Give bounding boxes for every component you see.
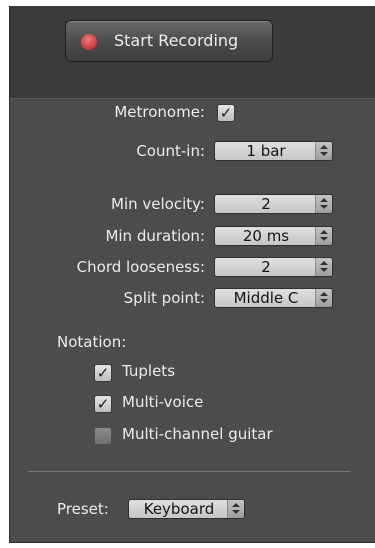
metronome-label: Metronome: — [114, 103, 205, 121]
split-point-select[interactable]: Middle C — [214, 288, 333, 308]
stepper-arrows-icon — [315, 142, 332, 160]
stepper-arrows-icon — [227, 500, 244, 518]
chord-looseness-value: 2 — [261, 258, 271, 276]
chord-looseness-select[interactable]: 2 — [214, 257, 333, 277]
stepper-arrows-icon — [315, 258, 332, 276]
split-point-label: Split point: — [123, 289, 205, 307]
multi-voice-label: Multi-voice — [122, 393, 204, 411]
tuplets-checkbox[interactable]: ✓ — [94, 364, 112, 382]
stepper-arrows-icon — [315, 195, 332, 213]
stepper-arrows-icon — [315, 289, 332, 307]
count-in-select[interactable]: 1 bar — [214, 141, 333, 161]
min-duration-label: Min duration: — [105, 227, 205, 245]
preset-value: Keyboard — [143, 500, 215, 518]
preset-select[interactable]: Keyboard — [128, 499, 245, 519]
min-velocity-label: Min velocity: — [111, 195, 205, 213]
multi-channel-guitar-checkbox[interactable] — [94, 427, 112, 445]
metronome-checkbox[interactable]: ✓ — [217, 104, 235, 122]
toolbar: Start Recording — [10, 6, 375, 99]
preset-label: Preset: — [57, 500, 109, 518]
record-dot-icon — [81, 34, 97, 50]
count-in-label: Count-in: — [136, 142, 205, 160]
count-in-value: 1 bar — [246, 142, 286, 160]
min-duration-select[interactable]: 20 ms — [214, 226, 333, 246]
multi-channel-guitar-label: Multi-channel guitar — [122, 425, 273, 443]
min-velocity-value: 2 — [261, 195, 271, 213]
min-duration-value: 20 ms — [242, 227, 290, 245]
section-divider — [28, 471, 350, 472]
tuplets-label: Tuplets — [122, 362, 176, 380]
multi-voice-checkbox[interactable]: ✓ — [94, 395, 112, 413]
split-point-value: Middle C — [233, 289, 299, 307]
min-velocity-select[interactable]: 2 — [214, 194, 333, 214]
start-recording-label: Start Recording — [114, 31, 239, 50]
stepper-arrows-icon — [315, 227, 332, 245]
notation-heading: Notation: — [57, 333, 127, 351]
chord-looseness-label: Chord looseness: — [76, 258, 205, 276]
start-recording-button[interactable]: Start Recording — [65, 20, 273, 62]
